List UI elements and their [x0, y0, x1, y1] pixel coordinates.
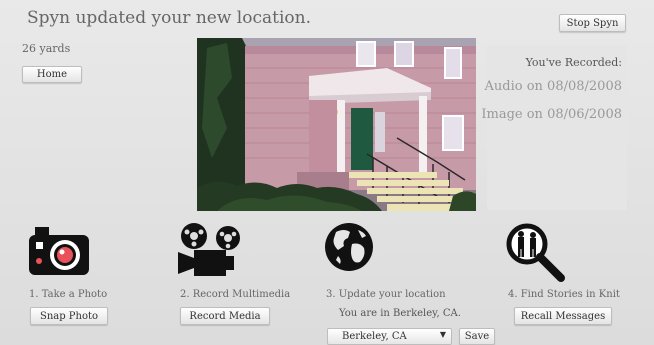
recorded-image-link[interactable]: Image on 08/06/2008 — [481, 107, 622, 122]
step-1-label: 1. Take a Photo — [29, 289, 108, 300]
distance-label: 26 yards — [22, 42, 71, 55]
step-3-label: 3. Update your location — [326, 289, 446, 300]
record-media-button[interactable]: Record Media — [180, 307, 270, 325]
step-2-label: 2. Record Multimedia — [180, 289, 291, 300]
chevron-down-icon: ▼ — [439, 330, 446, 339]
location-select[interactable]: Berkeley, CA ▼ — [327, 328, 452, 345]
location-select-value: Berkeley, CA — [342, 331, 407, 342]
step-4-label: 4. Find Stories in Knit — [508, 289, 620, 300]
page-title: Spyn updated your new location. — [27, 8, 311, 28]
magnifier-icon — [505, 222, 565, 282]
location-photo — [197, 38, 476, 211]
film-projector-icon — [178, 222, 244, 280]
camera-icon — [27, 225, 91, 277]
globe-icon — [324, 222, 374, 272]
recorded-heading: You've Recorded: — [525, 56, 622, 69]
recorded-panel — [487, 45, 627, 210]
recall-messages-button[interactable]: Recall Messages — [514, 307, 612, 325]
stop-spyn-button[interactable]: Stop Spyn — [559, 14, 626, 32]
save-location-button[interactable]: Save — [459, 328, 495, 345]
current-location-text: You are in Berkeley, CA. — [339, 308, 461, 319]
recorded-audio-link[interactable]: Audio on 08/08/2008 — [485, 79, 622, 94]
snap-photo-button[interactable]: Snap Photo — [30, 307, 108, 325]
home-button[interactable]: Home — [22, 66, 82, 83]
